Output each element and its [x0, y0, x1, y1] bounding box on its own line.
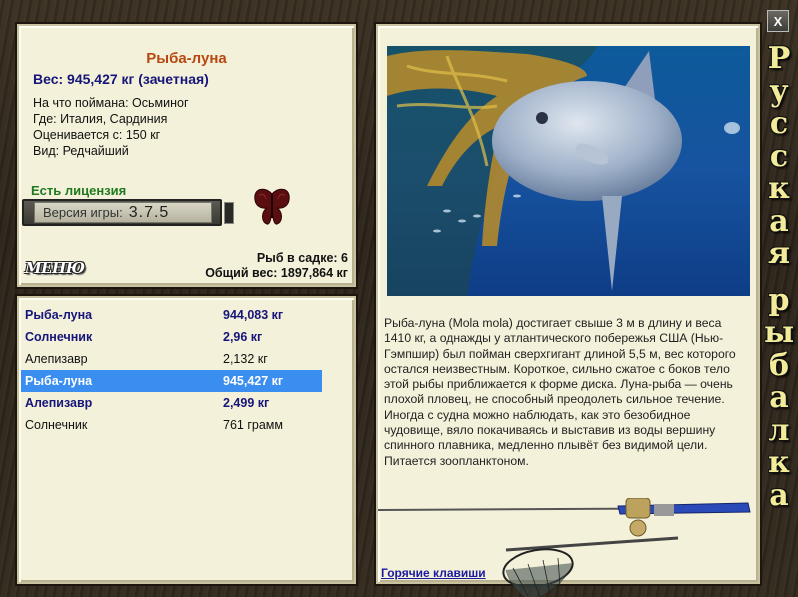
- catch-row-fish-name: Солнечник: [25, 418, 88, 432]
- catch-list-panel: Рыба-луна 944,083 кг Солнечник 2,96 кг Алепи…: [17, 296, 356, 584]
- catch-row-fish-name: Алепизавр: [25, 396, 93, 410]
- hotkeys-link[interactable]: Горячие клавиши: [381, 566, 486, 580]
- catch-row[interactable]: Алепизавр 2,132 кг: [21, 348, 322, 370]
- fish-in-cage-count: Рыб в садке: 6: [256, 251, 348, 265]
- version-label: Версия игры:: [43, 205, 123, 220]
- title-letter: а: [769, 477, 789, 513]
- fish-weight: Вес: 945,427 кг (зачетная): [33, 71, 209, 87]
- version-cap: [224, 202, 234, 224]
- title-letter: а: [769, 203, 789, 239]
- title-letter: к: [768, 171, 790, 206]
- title-letter: ы: [763, 315, 795, 350]
- title-letter: к: [768, 445, 790, 480]
- catch-list: Рыба-луна 944,083 кг Солнечник 2,96 кг Алепи…: [21, 304, 322, 436]
- catch-row[interactable]: Алепизавр 2,499 кг: [21, 392, 322, 414]
- info-row-bait: На что поймана: Осьминог: [33, 96, 189, 110]
- close-button[interactable]: X: [767, 10, 789, 32]
- catch-row-weight: 2,96 кг: [223, 330, 263, 344]
- catch-row[interactable]: Солнечник 761 грамм: [21, 414, 322, 436]
- info-row-location: Где: Италия, Сардиния: [33, 112, 168, 126]
- license-status: Есть лицензия: [31, 183, 127, 198]
- catch-row[interactable]: Рыба-луна 944,083 кг: [21, 304, 322, 326]
- catch-row-weight: 944,083 кг: [223, 308, 284, 322]
- fish-description-text: Рыба-луна (Mola mola) достигает свыше 3 …: [384, 316, 736, 468]
- catch-row[interactable]: Солнечник 2,96 кг: [21, 326, 322, 348]
- catch-row-fish-name: Алепизавр: [25, 352, 88, 366]
- vertical-game-title: Русскаярыбалка: [763, 41, 795, 593]
- title-letter: я: [767, 236, 791, 271]
- catch-row-fish-name: Рыба-луна: [25, 308, 93, 322]
- fish-name: Рыба-луна: [146, 50, 227, 67]
- butterfly-icon: [254, 188, 290, 225]
- info-row-trophy-weight: Оценивается с: 150 кг: [33, 128, 161, 142]
- version-value: 3.7.5: [128, 203, 170, 221]
- catch-row-weight: 945,427 кг: [223, 374, 284, 388]
- rod-and-net-icon: [378, 498, 751, 597]
- version-display: Версия игры: 3.7.5: [22, 199, 222, 226]
- title-letter: Р: [767, 41, 791, 76]
- catch-row-weight: 2,499 кг: [223, 396, 270, 410]
- catch-row-fish-name: Солнечник: [25, 330, 93, 344]
- catch-row-fish-name: Рыба-луна: [25, 374, 93, 388]
- title-letter: у: [769, 73, 789, 109]
- menu-button[interactable]: МЕНЮ: [25, 259, 85, 277]
- title-letter: с: [769, 106, 789, 141]
- fish-info-panel: Рыба-луна Вес: 945,427 кг (зачетная) На …: [17, 24, 356, 287]
- catch-row-weight: 2,132 кг: [223, 352, 268, 366]
- title-letter: с: [769, 138, 789, 174]
- catch-row-weight: 761 грамм: [223, 418, 283, 432]
- info-row-species-rarity: Вид: Редчайший: [33, 144, 129, 158]
- fish-photo: [387, 46, 750, 296]
- title-letter: а: [769, 380, 789, 415]
- fish-description-panel: Рыба-луна (Mola mola) достигает свыше 3 …: [376, 24, 760, 597]
- catch-row[interactable]: Рыба-луна 945,427 кг: [21, 370, 322, 392]
- total-weight: Общий вес: 1897,864 кг: [205, 266, 348, 280]
- title-letter: р: [768, 282, 790, 318]
- title-letter: б: [768, 347, 789, 383]
- title-letter: л: [768, 412, 790, 448]
